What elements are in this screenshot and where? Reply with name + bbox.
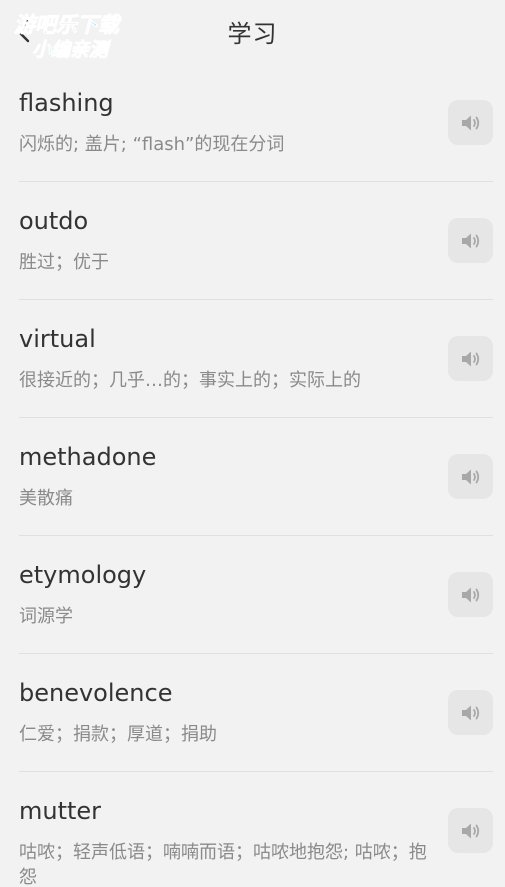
play-pronunciation-button[interactable] xyxy=(448,690,493,735)
word-list: flashing 闪烁的; 盖片; “flash”的现在分词 outdo 胜过；优于 v… xyxy=(0,64,505,887)
list-item[interactable]: mutter 咕哝；轻声低语；喃喃而语；咕哝地抱怨; 咕哝；抱怨 xyxy=(19,772,493,887)
play-pronunciation-button[interactable] xyxy=(448,808,493,853)
play-pronunciation-button[interactable] xyxy=(448,218,493,263)
word-meaning: 闪烁的; 盖片; “flash”的现在分词 xyxy=(19,134,285,155)
play-pronunciation-button[interactable] xyxy=(448,454,493,499)
speaker-icon xyxy=(461,705,479,720)
list-item[interactable]: etymology 词源学 xyxy=(19,536,493,654)
list-item[interactable]: flashing 闪烁的; 盖片; “flash”的现在分词 xyxy=(19,64,493,182)
speaker-icon xyxy=(461,115,479,130)
page-title: 学习 xyxy=(227,20,278,48)
speaker-icon xyxy=(461,469,479,484)
word-text: benevolence xyxy=(19,679,173,707)
list-item[interactable]: benevolence 仁爱；捐款；厚道；捐助 xyxy=(19,654,493,772)
word-text: etymology xyxy=(19,561,147,589)
list-item[interactable]: methadone 美散痛 xyxy=(19,418,493,536)
word-text: methadone xyxy=(19,443,157,471)
word-text: flashing xyxy=(19,89,114,117)
word-text: virtual xyxy=(19,325,96,353)
word-meaning: 胜过；优于 xyxy=(19,252,109,273)
header: 游吧乐下载 小编亲测 学习 xyxy=(0,0,505,66)
word-text: outdo xyxy=(19,207,89,235)
word-meaning: 仁爱；捐款；厚道；捐助 xyxy=(19,724,217,745)
speaker-icon xyxy=(461,587,479,602)
list-item[interactable]: virtual 很接近的；几乎…的；事实上的；实际上的 xyxy=(19,300,493,418)
play-pronunciation-button[interactable] xyxy=(448,336,493,381)
list-item[interactable]: outdo 胜过；优于 xyxy=(19,182,493,300)
play-pronunciation-button[interactable] xyxy=(448,100,493,145)
word-meaning: 咕哝；轻声低语；喃喃而语；咕哝地抱怨; 咕哝；抱怨 xyxy=(19,842,427,887)
speaker-icon xyxy=(461,351,479,366)
study-page: 游吧乐下载 小编亲测 学习 flashing 闪烁的; 盖片; “flash”的现… xyxy=(0,0,505,887)
word-text: mutter xyxy=(19,797,102,825)
play-pronunciation-button[interactable] xyxy=(448,572,493,617)
word-meaning: 词源学 xyxy=(19,606,73,627)
word-meaning: 美散痛 xyxy=(19,488,73,509)
speaker-icon xyxy=(461,823,479,838)
word-meaning: 很接近的；几乎…的；事实上的；实际上的 xyxy=(19,370,361,391)
speaker-icon xyxy=(461,233,479,248)
